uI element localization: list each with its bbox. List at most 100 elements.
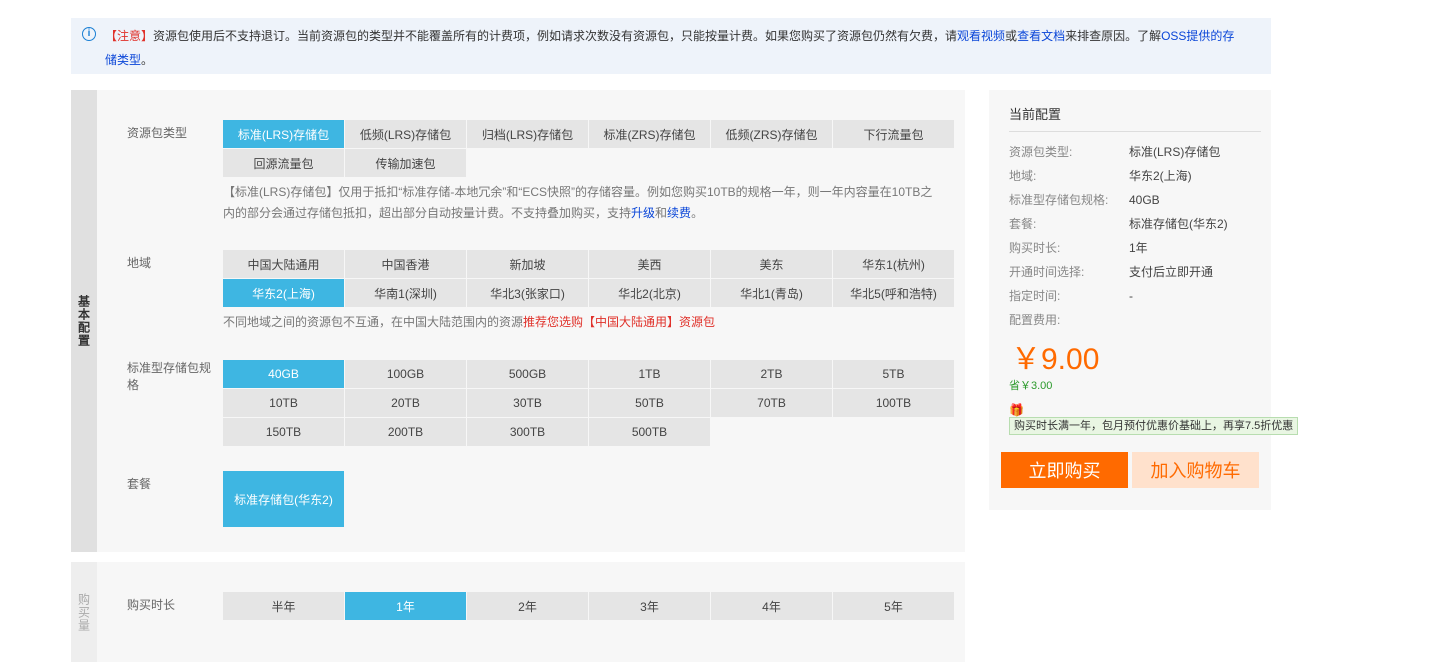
pkg-type-label: 资源包类型	[127, 126, 188, 140]
region-option[interactable]: 华东2(上海)	[223, 279, 344, 307]
pkg-type-option[interactable]: 传输加速包	[345, 149, 466, 177]
watch-video-link[interactable]: 观看视频	[957, 29, 1005, 43]
summary-row: 购买时长: 1年	[1009, 236, 1269, 260]
summary-row-key: 开通时间选择:	[1009, 265, 1085, 279]
spec-option[interactable]: 70TB	[711, 389, 832, 417]
summary-row-value: 支付后立即开通	[1129, 265, 1214, 279]
pkg-desc-text: 【标准(LRS)存储包】仅用于抵扣“标准存储-本地冗余”和“ECS快照”的存储容…	[223, 185, 933, 220]
spec-option[interactable]: 100TB	[833, 389, 954, 417]
pkg-desc-end: 。	[691, 206, 704, 220]
duration-option[interactable]: 3年	[589, 592, 710, 620]
region-option[interactable]: 中国香港	[345, 250, 466, 278]
purchase-amount-side-label: 购买量	[71, 562, 97, 662]
renew-link[interactable]: 续费	[667, 206, 691, 220]
spec-option[interactable]: 300TB	[467, 418, 588, 446]
pkg-type-option[interactable]: 低频(ZRS)存储包	[711, 120, 832, 148]
summary-row-value: 华东2(上海)	[1129, 169, 1192, 183]
package-option[interactable]: 标准存储包(华东2)	[223, 471, 344, 527]
basic-config-side-label: 基本配置	[71, 90, 97, 552]
pkg-type-option[interactable]: 归档(LRS)存储包	[467, 120, 588, 148]
region-label: 地域	[127, 256, 152, 270]
region-option[interactable]: 中国大陆通用	[223, 250, 344, 278]
spec-options: 40GB 100GB 500GB 1TB 2TB 5TB 10TB 20TB 30TB 50TB 7…	[223, 360, 954, 446]
view-doc-link[interactable]: 查看文档	[1017, 29, 1065, 43]
notice-bar: i 【注意】资源包使用后不支持退订。当前资源包的类型并不能覆盖所有的计费项，例如…	[71, 18, 1271, 74]
current-config-summary: 当前配置 资源包类型: 标准(LRS)存储包 地域: 华东2(上海) 标准型存储包规格:…	[989, 90, 1299, 510]
pkg-desc-and: 和	[655, 206, 668, 220]
summary-row-key: 购买时长:	[1009, 241, 1061, 255]
region-option[interactable]: 华北1(青岛)	[711, 279, 832, 307]
summary-row-value: 标准存储包(华东2)	[1129, 217, 1228, 231]
region-option[interactable]: 美西	[589, 250, 710, 278]
summary-row-value: 1年	[1129, 241, 1148, 255]
price-value: ￥9.00	[1011, 343, 1100, 376]
basic-config-side-text: 基本配置	[76, 295, 91, 347]
spec-option[interactable]: 500GB	[467, 360, 588, 388]
region-option[interactable]: 华北2(北京)	[589, 279, 710, 307]
summary-row-key: 资源包类型:	[1009, 145, 1073, 159]
promo-tag: 购买时长满一年，包月预付优惠价基础上，再享7.5折优惠	[1009, 417, 1299, 435]
summary-row-key: 套餐:	[1009, 217, 1037, 231]
summary-row: 配置费用:	[1009, 308, 1269, 332]
buy-now-button[interactable]: 立即购买	[1001, 452, 1128, 488]
spec-option[interactable]: 2TB	[711, 360, 832, 388]
summary-row: 开通时间选择: 支付后立即开通	[1009, 260, 1269, 284]
summary-row-key: 地域:	[1009, 169, 1037, 183]
upgrade-link[interactable]: 升级	[631, 206, 655, 220]
summary-row-key: 配置费用:	[1009, 313, 1061, 327]
summary-row-key: 指定时间:	[1009, 289, 1061, 303]
notice-text-1: 资源包使用后不支持退订。当前资源包的类型并不能覆盖所有的计费项，例如请求次数没有…	[153, 29, 958, 43]
region-option[interactable]: 新加坡	[467, 250, 588, 278]
region-option[interactable]: 华南1(深圳)	[345, 279, 466, 307]
pkg-type-option[interactable]: 下行流量包	[833, 120, 954, 148]
summary-row: 地域: 华东2(上海)	[1009, 164, 1269, 188]
saving-text: 省￥3.00	[1009, 380, 1053, 392]
duration-label: 购买时长	[127, 598, 176, 612]
summary-row-value: 标准(LRS)存储包	[1129, 145, 1221, 159]
region-option[interactable]: 华北3(张家口)	[467, 279, 588, 307]
spec-option[interactable]: 10TB	[223, 389, 344, 417]
duration-option[interactable]: 半年	[223, 592, 344, 620]
summary-row: 套餐: 标准存储包(华东2)	[1009, 212, 1269, 236]
spec-label: 标准型存储包规格	[127, 361, 212, 392]
notice-end: 。	[141, 53, 154, 67]
notice-or: 或	[1005, 29, 1018, 43]
package-label: 套餐	[127, 477, 152, 491]
purchase-amount-side-text: 购买量	[76, 592, 91, 632]
notice-text-2: 来排查原因。了解	[1065, 29, 1162, 43]
gift-icon: 🎁	[1009, 403, 1024, 417]
summary-row: 指定时间: -	[1009, 284, 1269, 308]
spec-option[interactable]: 20TB	[345, 389, 466, 417]
spec-option[interactable]: 200TB	[345, 418, 466, 446]
duration-option[interactable]: 5年	[833, 592, 954, 620]
spec-option[interactable]: 50TB	[589, 389, 710, 417]
duration-option[interactable]: 4年	[711, 592, 832, 620]
add-to-cart-button[interactable]: 加入购物车	[1132, 452, 1259, 488]
region-option[interactable]: 美东	[711, 250, 832, 278]
summary-row: 资源包类型: 标准(LRS)存储包	[1009, 140, 1269, 164]
region-option[interactable]: 华北5(呼和浩特)	[833, 279, 954, 307]
duration-option[interactable]: 1年	[345, 592, 466, 620]
region-note-recommend: 推荐您选购【中国大陆通用】资源包	[523, 315, 716, 329]
pkg-type-option[interactable]: 标准(ZRS)存储包	[589, 120, 710, 148]
region-options: 中国大陆通用 中国香港 新加坡 美西 美东 华东1(杭州) 华东2(上海) 华南1(深圳) 华北…	[223, 250, 954, 307]
spec-option[interactable]: 150TB	[223, 418, 344, 446]
spec-option[interactable]: 1TB	[589, 360, 710, 388]
pkg-type-option[interactable]: 标准(LRS)存储包	[223, 120, 344, 148]
pkg-type-desc: 【标准(LRS)存储包】仅用于抵扣“标准存储-本地冗余”和“ECS快照”的存储容…	[223, 182, 943, 224]
pkg-type-option[interactable]: 低频(LRS)存储包	[345, 120, 466, 148]
basic-config-panel: 基本配置 资源包类型 标准(LRS)存储包 低频(LRS)存储包 归档(LRS)存储…	[71, 90, 965, 552]
spec-option[interactable]: 30TB	[467, 389, 588, 417]
notice-prefix: 【注意】	[105, 29, 154, 43]
spec-option[interactable]: 40GB	[223, 360, 344, 388]
spec-option[interactable]: 100GB	[345, 360, 466, 388]
pkg-type-option[interactable]: 回源流量包	[223, 149, 344, 177]
summary-title: 当前配置	[1009, 107, 1062, 122]
region-note: 不同地域之间的资源包不互通，在中国大陆范围内的资源推荐您选购【中国大陆通用】资源…	[223, 312, 943, 333]
spec-option[interactable]: 5TB	[833, 360, 954, 388]
duration-option[interactable]: 2年	[467, 592, 588, 620]
region-option[interactable]: 华东1(杭州)	[833, 250, 954, 278]
duration-options: 半年 1年 2年 3年 4年 5年	[223, 592, 954, 620]
spec-option[interactable]: 500TB	[589, 418, 710, 446]
summary-row-value: 40GB	[1129, 193, 1160, 207]
